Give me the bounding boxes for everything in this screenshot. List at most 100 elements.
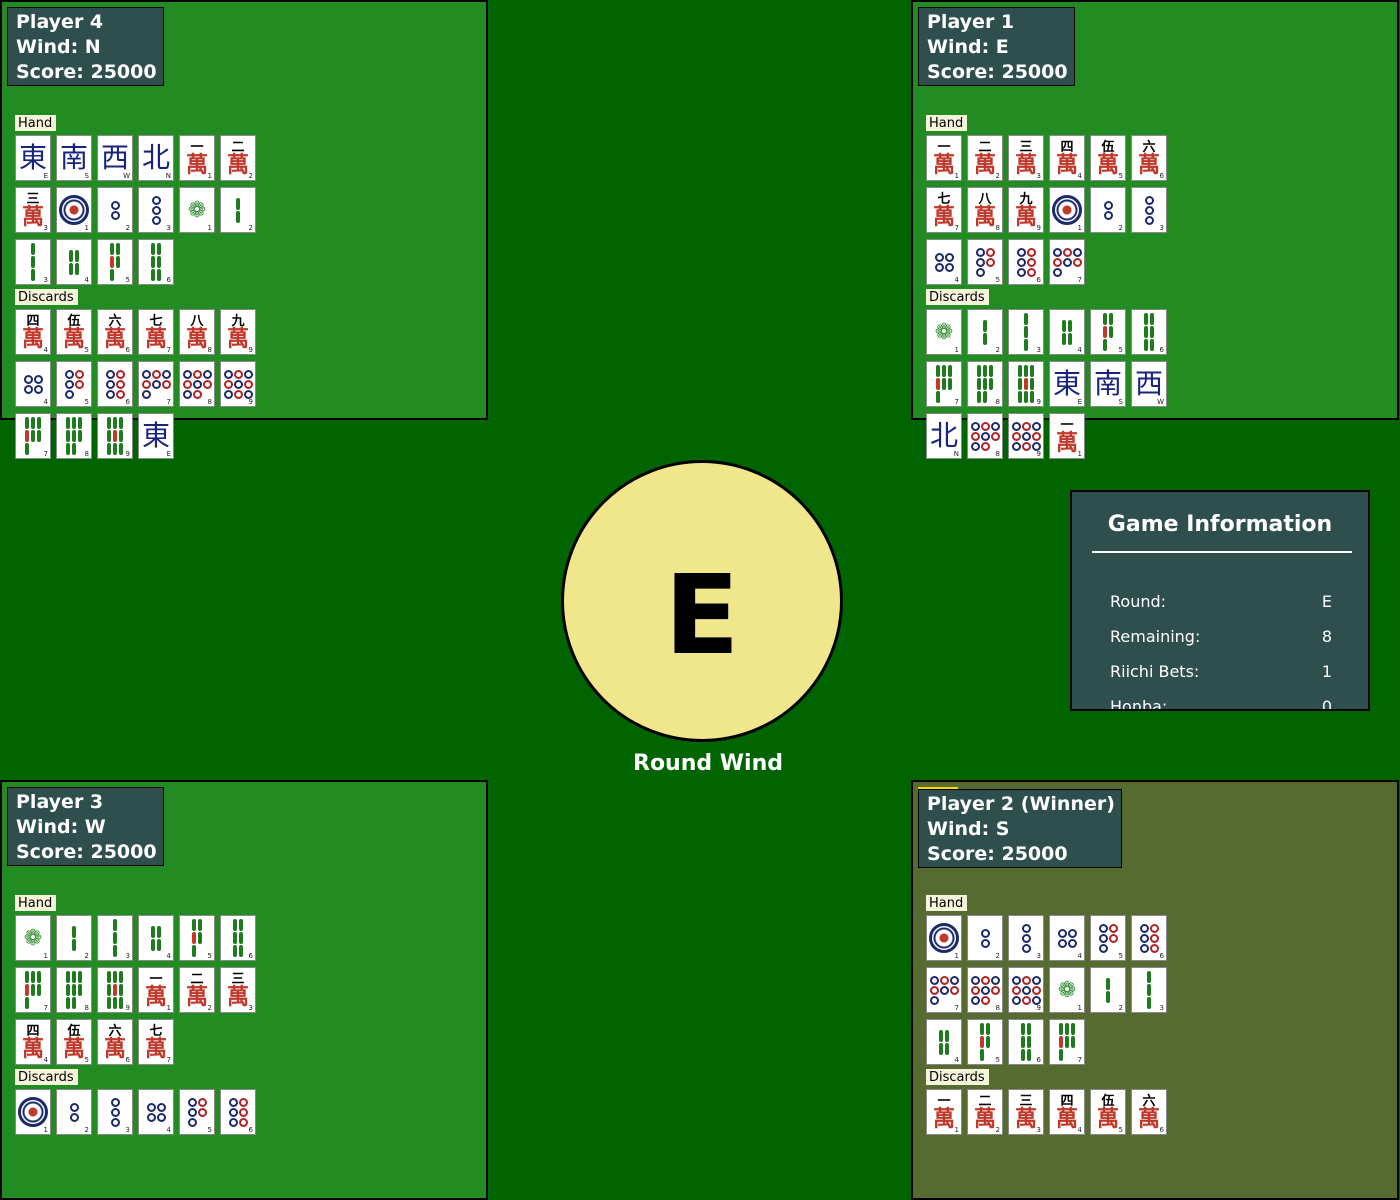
- tile-m2: 二萬2: [967, 135, 1003, 181]
- bamboo-icon: [945, 1029, 949, 1042]
- player-info: Player 2 (Winner) Wind: S Score: 25000: [918, 789, 1122, 868]
- player-panel-3: Player 3 Wind: W Score: 25000 Hand ❁ 1 2 3 4…: [0, 780, 488, 1200]
- tile-s6: 6: [1131, 309, 1167, 355]
- circle-icon: [110, 200, 120, 210]
- player-panel-1: Player 1 Wind: E Score: 25000 Hand 一萬1二萬…: [911, 0, 1399, 459]
- circle-icon: [151, 215, 161, 225]
- man-character: 萬: [932, 1105, 955, 1132]
- tile-index: 2: [995, 1126, 1000, 1134]
- circle-icon: [1057, 928, 1067, 938]
- round-wind-disc: E: [561, 460, 843, 742]
- bamboo-icon: [1030, 365, 1034, 377]
- bamboo-icon: [110, 243, 114, 255]
- game-info-panel: Game Information Round: E Remaining: 8 R…: [1070, 490, 1370, 711]
- hand-label: Hand: [15, 895, 57, 911]
- character-suit: 四萬: [22, 315, 44, 350]
- bamboo-icon: [25, 417, 29, 429]
- circle-icon: [192, 389, 202, 399]
- tile-index: N: [953, 450, 959, 458]
- bamboo-icon: [936, 365, 940, 377]
- bamboo-icon: [25, 971, 29, 983]
- man-character: 萬: [973, 203, 996, 230]
- circle-icon: [151, 205, 161, 215]
- tile-m4: 四萬4: [1049, 1089, 1085, 1135]
- bamboo-icon: [107, 417, 111, 429]
- tile-index: 3: [1159, 1004, 1164, 1012]
- circle-icon: [1052, 267, 1062, 277]
- tile-index: 2: [125, 224, 130, 232]
- tile-index: 7: [1077, 276, 1082, 284]
- tile-s6: 6: [220, 915, 256, 961]
- tile-index: 5: [84, 1056, 89, 1064]
- tile-index: 3: [1036, 952, 1041, 960]
- tile-s8: 8: [56, 967, 92, 1013]
- circle-icon: [975, 257, 985, 267]
- tile-s2: 2: [220, 187, 256, 233]
- man-character: 萬: [1055, 1105, 1078, 1132]
- bamboo-icon: [1030, 378, 1034, 390]
- bamboo-icon: [78, 984, 82, 996]
- circle-icon: [934, 262, 944, 272]
- tile-index: E: [166, 450, 171, 458]
- circle-icon: [980, 938, 990, 948]
- west-character: 西: [100, 141, 129, 174]
- man-character: 萬: [144, 325, 167, 352]
- tile-index: 3: [1036, 172, 1041, 180]
- circle-icon: [115, 369, 125, 379]
- tile-m5: 伍萬5: [56, 309, 92, 355]
- circle-icon: [115, 379, 125, 389]
- tile-index: 7: [954, 398, 959, 406]
- tile-index: 5: [84, 398, 89, 406]
- tile-index: 1: [166, 1004, 171, 1012]
- bamboo-icon: [1071, 1036, 1075, 1048]
- character-suit: 一萬: [145, 973, 167, 1008]
- tile-m4: 四萬4: [1049, 135, 1085, 181]
- bamboo-icon: [72, 417, 76, 429]
- circle-suit: [1144, 195, 1154, 225]
- bamboo-icon: [936, 378, 940, 390]
- tile-east: 東E: [15, 135, 51, 181]
- bamboo-icon: [25, 984, 29, 996]
- discards-label: Discards: [15, 1069, 78, 1085]
- tile-m1: 一萬1: [926, 135, 962, 181]
- tile-index: 3: [1159, 224, 1164, 232]
- character-suit: 九萬: [1015, 193, 1037, 228]
- bamboo-icon: [25, 430, 29, 442]
- tile-index: 9: [248, 398, 253, 406]
- tile-index: 3: [125, 952, 130, 960]
- circle-icon: [151, 369, 161, 379]
- bamboo-icon: [113, 919, 117, 931]
- man-character: 萬: [226, 325, 249, 352]
- bamboo-icon: [66, 417, 70, 429]
- tile-index: 7: [1077, 1056, 1082, 1064]
- circle-icon: [69, 1112, 79, 1122]
- tile-index: 1: [207, 224, 212, 232]
- circle-icon: [115, 389, 125, 399]
- circle-icon: [187, 1097, 197, 1107]
- tile-p4: 4: [1049, 915, 1085, 961]
- circle-icon: [1062, 247, 1072, 257]
- bamboo-icon: [1027, 1049, 1031, 1061]
- player-name: Player 1: [927, 11, 1015, 33]
- circle-icon: [110, 210, 120, 220]
- tile-p7: 7: [926, 967, 962, 1013]
- circle-icon: [243, 379, 253, 389]
- character-suit: 六萬: [1138, 141, 1160, 176]
- bamboo-icon: [1062, 319, 1066, 332]
- bamboo-icon: [151, 256, 155, 268]
- circle-icon: [197, 1107, 207, 1117]
- bamboo-icon: [1103, 339, 1107, 351]
- bamboo-icon: [192, 919, 196, 931]
- bamboo-icon: [110, 269, 114, 281]
- circle-icon: [1021, 985, 1031, 995]
- tile-s7: 7: [926, 361, 962, 407]
- circle-icon: [949, 975, 959, 985]
- circle-icon: [1021, 431, 1031, 441]
- circle-suit: [151, 195, 161, 225]
- bamboo-icon: [25, 443, 29, 455]
- player-info: Player 4 Wind: N Score: 25000: [7, 7, 164, 86]
- tile-index: 6: [1159, 172, 1164, 180]
- tile-p5: 5: [56, 361, 92, 407]
- bamboo-icon: [192, 932, 196, 944]
- circle-icon: [1011, 985, 1021, 995]
